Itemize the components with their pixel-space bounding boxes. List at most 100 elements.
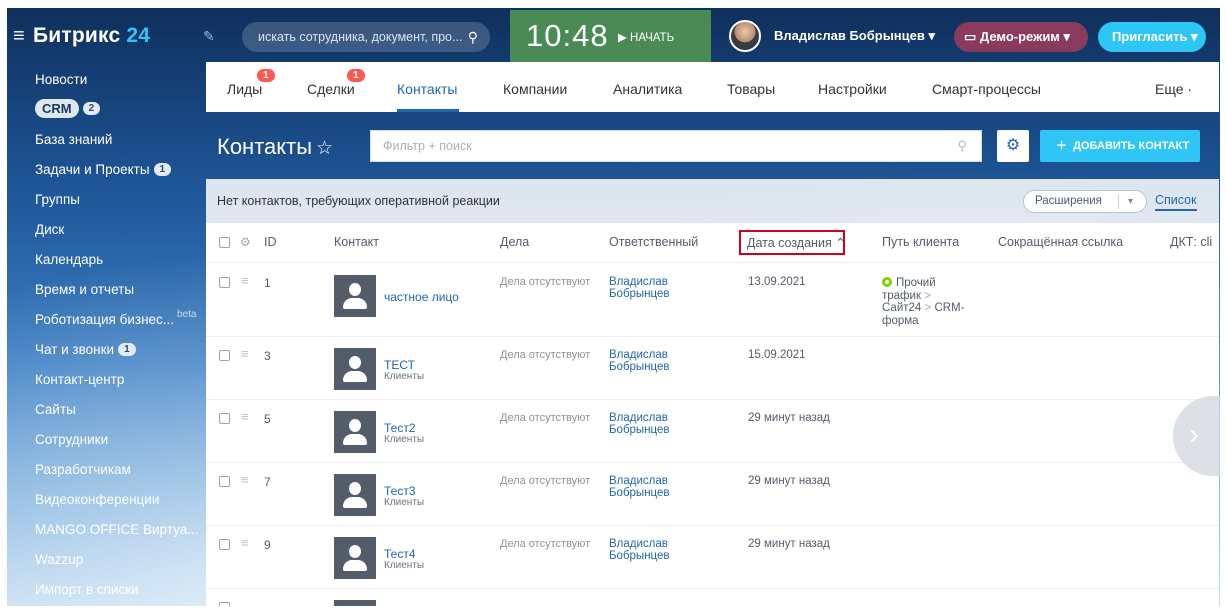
drag-handle-icon[interactable]: ≡: [241, 409, 249, 424]
contact-name-link[interactable]: Тест4: [384, 547, 416, 561]
contact-name-link[interactable]: Тест2: [384, 421, 416, 435]
workday-widget[interactable]: 10:48 ▶ НАЧАТЬ: [510, 10, 711, 64]
settings-gear-button[interactable]: ⚙: [997, 130, 1029, 162]
global-search-input[interactable]: искать сотрудника, документ, про... ⚲: [242, 22, 490, 52]
table-row[interactable]: ≡ 7 Тест3 Клиенты Дела отсутствуют Влади…: [206, 463, 1219, 526]
drag-handle-icon[interactable]: ≡: [241, 535, 249, 550]
column-contact[interactable]: Контакт: [334, 235, 379, 249]
table-row[interactable]: ≡ 3 ТЕСТ Клиенты Дела отсутствуют Владис…: [206, 337, 1219, 400]
sidebar-item-news[interactable]: Новости: [35, 72, 87, 87]
deals-status: Дела отсутствуют: [500, 276, 591, 288]
contact-photo[interactable]: [334, 537, 376, 579]
divider: [1118, 194, 1119, 209]
tab-smart-processes[interactable]: Смарт-процессы: [932, 81, 1041, 97]
menu-icon[interactable]: ≡: [13, 26, 27, 46]
tab-analytics[interactable]: Аналитика: [613, 81, 682, 97]
list-view-link[interactable]: Список: [1155, 193, 1197, 211]
top-bar: ≡ Битрикс 24 ✎ искать сотрудника, докуме…: [7, 8, 1220, 64]
table-row[interactable]: [206, 589, 1219, 606]
tab-deals[interactable]: 1 Сделки: [307, 69, 365, 97]
sidebar-item-mango[interactable]: MANGO OFFICE Виртуа...: [35, 522, 198, 537]
tab-leads[interactable]: 1 Лиды: [227, 69, 275, 97]
contact-name-link[interactable]: частное лицо: [384, 290, 459, 304]
drag-handle-icon[interactable]: ≡: [241, 472, 249, 487]
contact-name-link[interactable]: Тест3: [384, 484, 416, 498]
responsible-link[interactable]: Владислав Бобрынцев: [609, 349, 670, 373]
edit-icon[interactable]: ✎: [203, 28, 215, 45]
tab-settings[interactable]: Настройки: [818, 81, 887, 97]
contact-name-link[interactable]: ТЕСТ: [384, 358, 415, 372]
logo[interactable]: Битрикс 24: [33, 24, 150, 48]
extensions-button[interactable]: Расширения ▾: [1023, 190, 1147, 213]
row-checkbox[interactable]: [219, 277, 230, 288]
row-checkbox[interactable]: [219, 350, 230, 361]
invite-button[interactable]: Пригласить ▾: [1098, 22, 1206, 52]
source-icon: [882, 277, 892, 287]
sidebar-item-developers[interactable]: Разработчикам: [35, 462, 131, 477]
sidebar-item-employees[interactable]: Сотрудники: [35, 432, 108, 447]
created-date: 15.09.2021: [748, 349, 806, 361]
crm-counter-badge: 2: [82, 102, 101, 115]
column-id[interactable]: ID: [264, 235, 277, 249]
chevron-down-icon[interactable]: ▾: [1128, 191, 1133, 212]
client-path[interactable]: Прочий трафик > Сайт24 > CRM- форма: [882, 277, 982, 327]
sidebar-item-crm[interactable]: CRM 2: [35, 99, 101, 118]
sidebar-item-calendar[interactable]: Календарь: [35, 252, 103, 267]
table-row[interactable]: ≡ 9 Тест4 Клиенты Дела отсутствуют Влади…: [206, 526, 1219, 589]
sidebar-item-chat[interactable]: Чат и звонки 1: [35, 342, 136, 357]
deals-status: Дела отсутствуют: [500, 349, 591, 361]
column-deals[interactable]: Дела: [500, 235, 529, 249]
gear-icon[interactable]: ⚙: [240, 235, 251, 249]
sidebar-item-time-reports[interactable]: Время и отчеты: [35, 282, 134, 297]
sidebar-item-sites[interactable]: Сайты: [35, 402, 76, 417]
table-row[interactable]: ≡ 1 частное лицо Дела отсутствуют Владис…: [206, 264, 1219, 337]
user-menu[interactable]: Владислав Бобрынцев ▾: [774, 28, 935, 44]
drag-handle-icon[interactable]: ≡: [241, 273, 249, 288]
contact-photo[interactable]: [334, 275, 376, 317]
tab-more[interactable]: Еще ·: [1155, 81, 1192, 97]
avatar[interactable]: [729, 20, 761, 52]
column-short-link[interactable]: Сокращённая ссылка: [998, 235, 1123, 249]
responsible-link[interactable]: Владислав Бобрынцев: [609, 276, 670, 300]
sidebar-item-disk[interactable]: Диск: [35, 222, 64, 237]
sidebar-item-wazzup[interactable]: Wazzup: [35, 552, 83, 567]
table-row[interactable]: ≡ 5 Тест2 Клиенты Дела отсутствуют Влади…: [206, 400, 1219, 463]
search-icon[interactable]: ⚲: [957, 131, 967, 161]
search-icon[interactable]: ⚲: [468, 22, 478, 52]
tab-contacts[interactable]: Контакты: [397, 81, 457, 97]
column-client-path[interactable]: Путь клиента: [882, 235, 959, 249]
sidebar-item-videoconf[interactable]: Видеоконференции: [35, 492, 159, 507]
contact-photo[interactable]: [334, 474, 376, 516]
created-date: 29 минут назад: [748, 475, 830, 487]
frame-border: [1220, 0, 1226, 616]
select-all-checkbox[interactable]: [219, 237, 230, 248]
contacts-grid: ⚙ ID Контакт Дела Ответственный Дата соз…: [206, 223, 1219, 606]
sidebar-item-tasks[interactable]: Задачи и Проекты 1: [35, 162, 172, 177]
add-contact-button[interactable]: ＋ ДОБАВИТЬ КОНТАКТ: [1040, 130, 1200, 162]
notice-text: Нет контактов, требующих оперативной реа…: [217, 194, 500, 208]
responsible-link[interactable]: Владислав Бобрынцев: [609, 475, 670, 499]
tasks-counter-badge: 1: [153, 163, 172, 176]
responsible-link[interactable]: Владислав Бобрынцев: [609, 412, 670, 436]
row-checkbox[interactable]: [219, 476, 230, 487]
column-dkt[interactable]: ДКТ: cli: [1170, 235, 1212, 249]
tab-products[interactable]: Товары: [727, 81, 775, 97]
star-icon[interactable]: ☆: [316, 137, 333, 160]
row-checkbox[interactable]: [219, 413, 230, 424]
contact-photo[interactable]: [334, 348, 376, 390]
drag-handle-icon[interactable]: ≡: [241, 346, 249, 361]
sidebar-item-groups[interactable]: Группы: [35, 192, 80, 207]
responsible-link[interactable]: Владислав Бобрынцев: [609, 538, 670, 562]
row-checkbox[interactable]: [219, 539, 230, 550]
filter-search-input[interactable]: Фильтр + поиск ⚲: [370, 130, 982, 162]
tab-companies[interactable]: Компании: [503, 81, 567, 97]
sidebar-item-contact-center[interactable]: Контакт-центр: [35, 372, 124, 387]
contact-type: Клиенты: [384, 497, 425, 508]
sidebar-item-automation[interactable]: Роботизация бизнес...: [35, 312, 174, 327]
column-responsible[interactable]: Ответственный: [609, 235, 698, 249]
start-workday-button[interactable]: ▶ НАЧАТЬ: [618, 30, 674, 44]
sidebar-item-knowledge[interactable]: База знаний: [35, 132, 112, 147]
demo-mode-button[interactable]: ▭ Демо-режим ▾: [954, 22, 1088, 52]
contact-photo[interactable]: [334, 411, 376, 453]
sidebar-item-import[interactable]: Импорт в списки: [35, 582, 139, 597]
